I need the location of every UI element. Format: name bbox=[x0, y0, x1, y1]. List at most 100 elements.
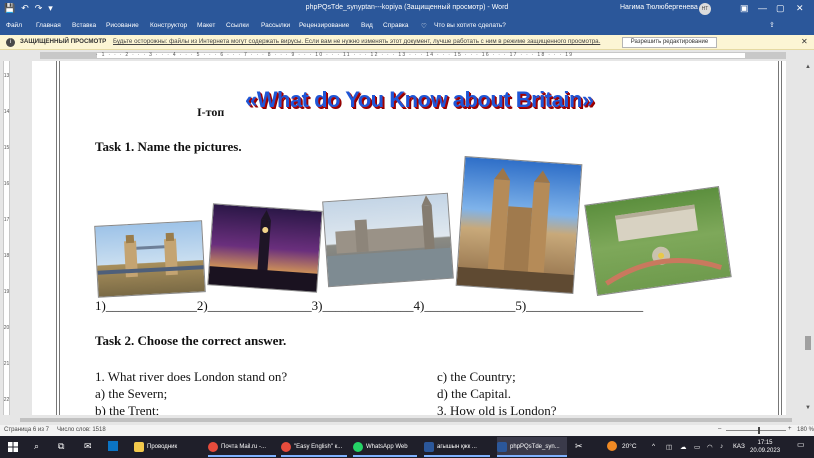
lightbulb-icon: ♡ bbox=[421, 23, 427, 30]
picture-answer-lines: 1)______________2)________________3)____… bbox=[95, 298, 644, 313]
option-c: c) the Country; bbox=[437, 369, 516, 384]
minimize-icon[interactable]: — bbox=[758, 3, 767, 13]
taskbar-app-label: агышын қжк ... bbox=[437, 444, 477, 450]
close-bar-icon[interactable]: ✕ bbox=[801, 37, 808, 46]
photo-westminster-abbey bbox=[455, 156, 583, 294]
zoom-out-icon[interactable]: – bbox=[718, 426, 721, 432]
taskbar-app-chrome-mail[interactable]: Почта Mail.ru -... bbox=[208, 437, 278, 457]
temperature[interactable]: 20°C bbox=[622, 443, 637, 450]
vertical-ruler[interactable]: 13 14 15 16 17 18 19 20 21 22 bbox=[0, 61, 12, 415]
vruler-number: 15 bbox=[3, 145, 10, 151]
taskbar-app-label: Проводник bbox=[147, 444, 178, 450]
vruler-number: 14 bbox=[3, 109, 10, 115]
enable-editing-button[interactable]: Разрешить редактирование bbox=[622, 37, 717, 48]
running-indicator bbox=[208, 455, 276, 457]
ruler-right-margin bbox=[746, 52, 786, 59]
avatar[interactable]: НТ bbox=[699, 3, 711, 15]
notifications-icon[interactable]: ▭ bbox=[797, 440, 805, 449]
restore-icon[interactable]: ▢ bbox=[776, 3, 785, 14]
chevron-up-icon[interactable]: ^ bbox=[652, 443, 655, 450]
network-icon[interactable]: ◫ bbox=[666, 443, 672, 451]
clock-time: 17:15 bbox=[757, 440, 773, 446]
vruler-number: 21 bbox=[3, 361, 10, 367]
word-count[interactable]: Число слов: 1518 bbox=[57, 427, 106, 433]
word-icon bbox=[497, 442, 507, 452]
search-icon[interactable]: ⌕ bbox=[34, 441, 39, 452]
vertical-scrollbar[interactable]: ▲ ▼ bbox=[802, 50, 814, 415]
clock-date: 20.09.2023 bbox=[750, 448, 781, 454]
tab-help[interactable]: Справка bbox=[383, 22, 409, 29]
store-icon[interactable] bbox=[108, 441, 118, 451]
battery-icon[interactable]: ▭ bbox=[694, 443, 700, 451]
zoom-in-icon[interactable]: + bbox=[788, 426, 792, 432]
word-icon bbox=[424, 442, 434, 452]
page-count[interactable]: Страница 6 из 7 bbox=[4, 427, 49, 433]
protected-view-bar: i ЗАЩИЩЕННЫЙ ПРОСМОТР Будьте осторожны: … bbox=[0, 35, 814, 50]
tab-review[interactable]: Рецензирование bbox=[299, 22, 349, 29]
document-page[interactable]: I-топ «What do You Know about Britain» T… bbox=[32, 61, 786, 415]
tab-layout[interactable]: Макет bbox=[197, 22, 215, 29]
horizontal-ruler[interactable]: · 1 · · · 2 · · · 3 · · · 4 · · · 5 · · … bbox=[0, 50, 814, 61]
taskbar-app-label: WhatsApp Web bbox=[366, 444, 408, 450]
taskbar-app-chrome-english[interactable]: "Easy English" к... bbox=[281, 437, 349, 457]
windows-start-icon[interactable] bbox=[8, 442, 18, 452]
running-indicator bbox=[424, 455, 490, 457]
scroll-up-icon[interactable]: ▲ bbox=[805, 64, 811, 70]
topic-heading: I-топ bbox=[197, 105, 225, 119]
chrome-icon bbox=[281, 442, 291, 452]
task1-heading: Task 1. Name the pictures. bbox=[95, 139, 242, 154]
tab-design[interactable]: Конструктор bbox=[150, 22, 187, 29]
info-icon: i bbox=[6, 38, 15, 47]
protected-view-message[interactable]: Будьте осторожны: файлы из Интернета мог… bbox=[113, 38, 600, 45]
tab-view[interactable]: Вид bbox=[361, 22, 373, 29]
wifi-icon[interactable]: ◠ bbox=[707, 443, 713, 451]
tab-home[interactable]: Главная bbox=[36, 22, 61, 29]
weather-icon[interactable] bbox=[607, 441, 617, 451]
zoom-level[interactable]: 180 % bbox=[797, 427, 814, 433]
hscroll-thumb[interactable] bbox=[20, 418, 792, 422]
vruler-number: 20 bbox=[3, 325, 10, 331]
tab-mailings[interactable]: Рассылки bbox=[261, 22, 290, 29]
photo-buckingham-palace bbox=[584, 185, 732, 297]
ruler-numbers: · 1 · · · 2 · · · 3 · · · 4 · · · 5 · · … bbox=[96, 52, 574, 58]
folder-icon bbox=[134, 442, 144, 452]
protected-view-label: ЗАЩИЩЕННЫЙ ПРОСМОТР bbox=[20, 38, 107, 45]
zoom-slider[interactable] bbox=[726, 430, 786, 431]
ribbon-options-icon[interactable]: ▣ bbox=[740, 3, 749, 14]
taskbar: ⌕ ⧉ ✉ Проводник Почта Mail.ru -... "Easy… bbox=[0, 436, 814, 458]
zoom-slider-handle[interactable] bbox=[758, 427, 760, 434]
tab-file[interactable]: Файл bbox=[6, 22, 22, 29]
vruler-number: 13 bbox=[3, 73, 10, 79]
scroll-thumb[interactable] bbox=[805, 336, 811, 350]
taskbar-app-word-active[interactable]: phpPQsTde_syn... bbox=[497, 437, 567, 457]
task-view-icon[interactable]: ⧉ bbox=[58, 441, 64, 452]
tab-draw[interactable]: Рисование bbox=[106, 22, 139, 29]
close-icon[interactable]: ✕ bbox=[796, 3, 804, 14]
tool-icon[interactable]: ✂ bbox=[575, 441, 583, 452]
taskbar-app-explorer[interactable]: Проводник bbox=[134, 437, 202, 457]
title-bar: 💾↶↷▾ phpPQsTde_synyptan---kopiya (Защище… bbox=[0, 0, 814, 18]
photo-parliament bbox=[322, 192, 454, 288]
mail-icon[interactable]: ✉ bbox=[84, 441, 92, 452]
volume-icon[interactable]: ♪ bbox=[720, 443, 723, 450]
clock[interactable]: 17:15 20.09.2023 bbox=[750, 439, 780, 455]
ruler-left-margin bbox=[40, 52, 96, 59]
chrome-icon bbox=[208, 442, 218, 452]
cloud-icon[interactable]: ☁ bbox=[680, 443, 687, 451]
tab-references[interactable]: Ссылки bbox=[226, 22, 249, 29]
option-d: d) the Capital. bbox=[437, 386, 512, 401]
tab-insert[interactable]: Вставка bbox=[72, 22, 96, 29]
user-name[interactable]: Нагима Тюлюбергенева bbox=[620, 4, 698, 11]
share-icon[interactable]: ⇪ bbox=[769, 21, 775, 29]
status-bar: Страница 6 из 7 Число слов: 1518 – + 180… bbox=[0, 425, 814, 436]
taskbar-app-word-1[interactable]: агышын қжк ... bbox=[424, 437, 492, 457]
running-indicator bbox=[281, 455, 347, 457]
whatsapp-icon bbox=[353, 442, 363, 452]
option-b: b) the Trent; bbox=[95, 403, 160, 415]
language-indicator[interactable]: КАЗ bbox=[733, 443, 745, 450]
taskbar-app-label: phpPQsTde_syn... bbox=[510, 444, 560, 450]
horizontal-scrollbar[interactable] bbox=[12, 415, 802, 425]
tell-me-search[interactable]: Что вы хотите сделать? bbox=[434, 22, 506, 29]
taskbar-app-whatsapp[interactable]: WhatsApp Web bbox=[353, 437, 419, 457]
scroll-down-icon[interactable]: ▼ bbox=[805, 405, 811, 411]
